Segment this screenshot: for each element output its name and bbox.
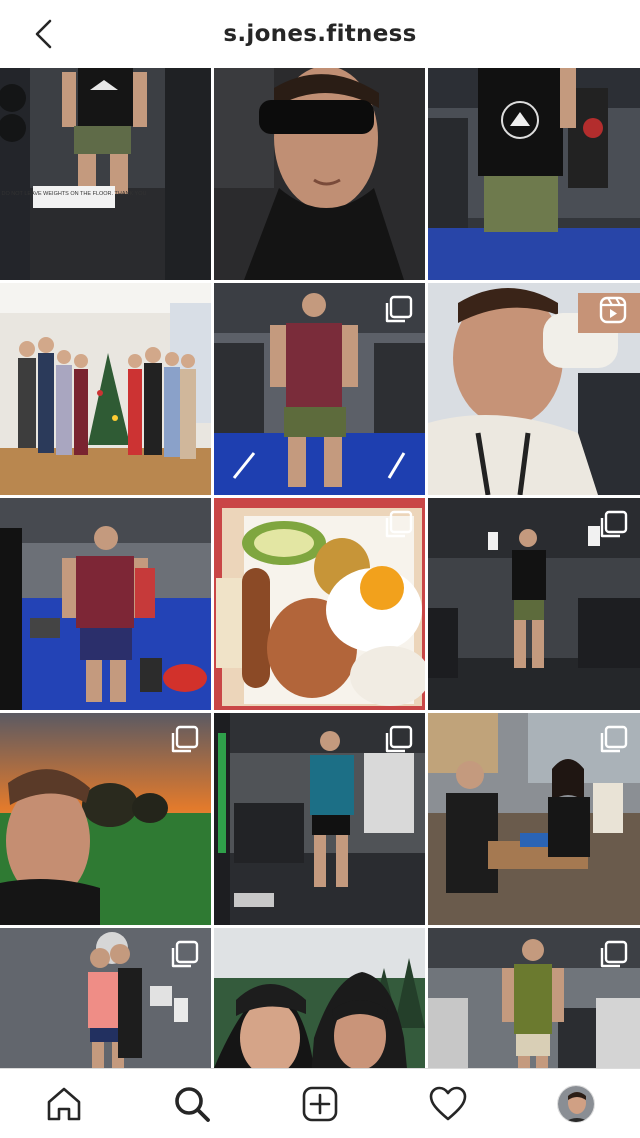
carousel-icon [600,725,628,753]
reel-icon [599,296,627,324]
top-bar: s.jones.fitness [0,0,640,68]
post-thumbnail[interactable] [428,68,640,280]
family-photo [0,283,211,495]
post-thumbnail[interactable] [428,283,640,495]
tab-activity[interactable] [416,1076,480,1132]
carousel-icon [385,510,413,538]
carousel-icon [600,510,628,538]
post-thumbnail[interactable] [214,498,425,710]
tab-create[interactable] [288,1076,352,1132]
carousel-icon [385,725,413,753]
post-thumbnail[interactable] [0,498,211,710]
gym-photo: DO NOT LEAVE WEIGHTS ON THE FLOOR. THANK… [0,68,211,280]
profile-username: s.jones.fitness [223,21,417,47]
back-button[interactable] [22,14,66,54]
tab-search[interactable] [160,1076,224,1132]
carousel-icon [171,725,199,753]
profile-avatar [557,1084,595,1123]
bottom-tab-bar [0,1068,640,1138]
search-icon [175,1086,210,1122]
heart-icon [429,1086,467,1120]
gym-photo [428,68,640,280]
post-thumbnail[interactable] [214,283,425,495]
chevron-left-icon [35,19,52,49]
post-thumbnail[interactable] [0,713,211,925]
post-thumbnail[interactable] [0,283,211,495]
gym-photo [0,498,211,710]
post-thumbnail[interactable]: DO NOT LEAVE WEIGHTS ON THE FLOOR. THANK… [0,68,211,280]
post-thumbnail[interactable] [428,713,640,925]
gym-sign-text: DO NOT LEAVE WEIGHTS ON THE FLOOR. THANK… [2,191,147,197]
selfie-photo [214,68,425,280]
carousel-icon [171,940,199,968]
plus-square-icon [302,1086,338,1121]
tab-profile[interactable] [544,1076,608,1132]
post-thumbnail[interactable] [428,498,640,710]
post-thumbnail[interactable] [214,713,425,925]
posts-grid: DO NOT LEAVE WEIGHTS ON THE FLOOR. THANK… [0,68,640,1138]
tab-home[interactable] [32,1076,96,1132]
carousel-icon [385,295,413,323]
home-icon [47,1087,81,1120]
carousel-icon [600,940,628,968]
post-thumbnail[interactable] [214,68,425,280]
